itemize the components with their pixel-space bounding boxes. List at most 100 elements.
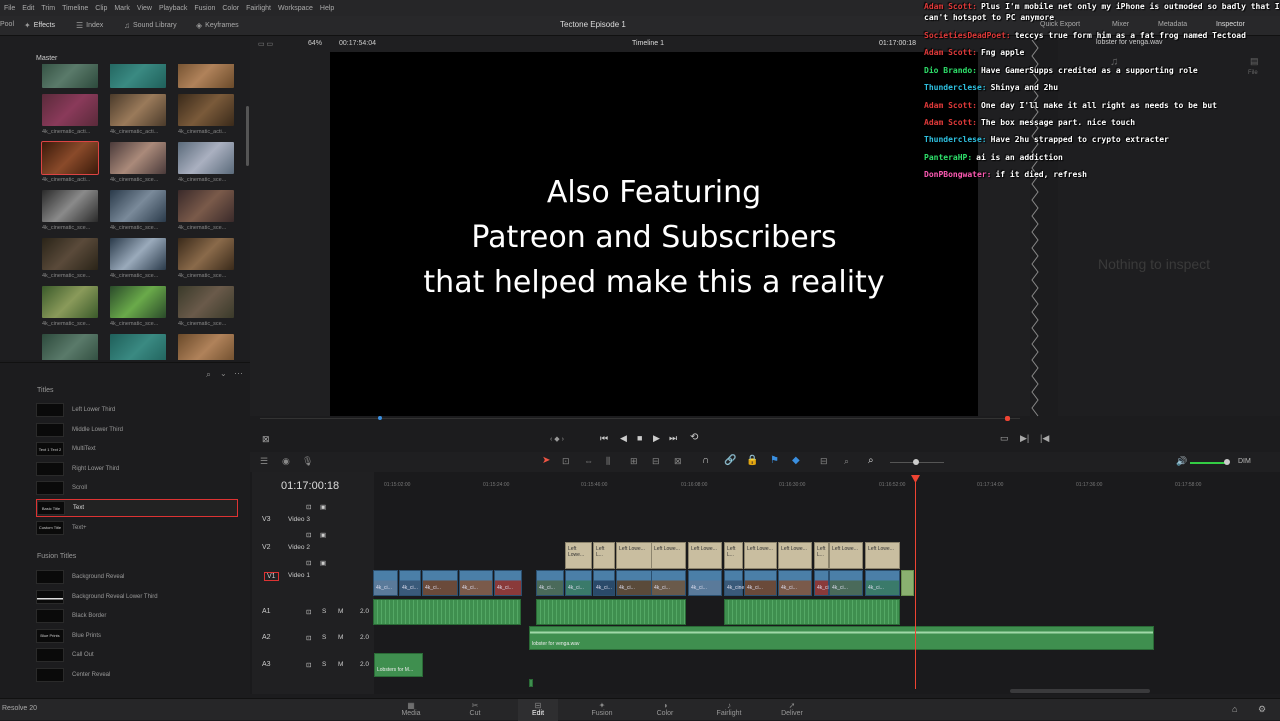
menu-view[interactable]: View — [137, 5, 152, 12]
settings-gear-icon[interactable]: ⚙ — [1258, 704, 1266, 715]
volume-icon[interactable]: 🔊 — [1176, 456, 1187, 467]
audio-clip-a3[interactable]: Lobsters for M... — [374, 653, 423, 677]
media-thumbnail[interactable] — [178, 334, 234, 360]
track-id-v3[interactable]: V3 — [262, 516, 271, 523]
menu-timeline[interactable]: Timeline — [62, 5, 88, 12]
audio-clip-small[interactable] — [529, 679, 533, 687]
solo-button[interactable]: S — [322, 608, 326, 615]
trim-tool-icon[interactable]: ⊡ — [562, 456, 570, 467]
video-clip[interactable]: 4k_ci... — [651, 570, 686, 596]
page-tab-color[interactable]: ◑ Color — [645, 701, 685, 717]
title-item[interactable]: Left Lower Third — [36, 401, 238, 419]
menu-color[interactable]: Color — [222, 5, 239, 12]
media-thumbnail[interactable] — [42, 286, 98, 318]
title-clip[interactable]: Left Lowe... — [778, 542, 812, 569]
video-clip[interactable]: 4k_ci... — [459, 570, 493, 596]
media-thumbnail[interactable] — [110, 142, 166, 174]
media-thumbnail[interactable] — [42, 238, 98, 270]
menu-workspace[interactable]: Workspace — [278, 5, 313, 12]
media-thumbnail[interactable] — [42, 190, 98, 222]
video-clip[interactable]: 4k_cinem... — [724, 570, 753, 596]
home-icon[interactable]: ⌂ — [1232, 704, 1237, 714]
title-item[interactable]: Middle Lower Third — [36, 421, 238, 439]
fusion-title-item[interactable]: Call Out — [36, 646, 238, 664]
flag-icon[interactable]: ⚑ — [770, 455, 779, 466]
audio-clip-a1[interactable] — [373, 599, 521, 625]
media-thumbnail[interactable] — [178, 238, 234, 270]
track-lock-icon[interactable]: ⊡ — [306, 559, 311, 567]
timeline-view-icon[interactable]: ☰ — [260, 456, 268, 467]
title-clip[interactable]: Left Lowe... — [744, 542, 777, 569]
timeline-name[interactable]: Timeline 1 — [632, 40, 664, 47]
video-clip[interactable]: 4k_ci... — [494, 570, 522, 596]
titles-section-header[interactable]: Titles — [37, 387, 53, 394]
fusion-title-item[interactable]: Background Reveal Lower Third — [36, 588, 238, 606]
video-clip[interactable]: 4k_ci... — [778, 570, 812, 596]
track-enable-icon[interactable]: ▣ — [320, 531, 326, 539]
track-id-v2[interactable]: V2 — [262, 544, 271, 551]
media-thumbnail[interactable] — [178, 286, 234, 318]
title-item[interactable]: Text 1 Text 2 MultiText — [36, 440, 238, 458]
page-tab-cut[interactable]: ✂ Cut — [455, 701, 495, 717]
next-frame-icon[interactable]: ▶| — [1020, 433, 1029, 444]
viewer-layout-icon[interactable]: ▭ ▭ — [258, 40, 273, 48]
video-clip[interactable]: 4k_ci... — [829, 570, 863, 596]
chevron-down-icon[interactable]: ⌄ — [220, 369, 227, 378]
page-tab-fusion[interactable]: ✦ Fusion — [582, 701, 622, 717]
video-clip[interactable]: 4k_ci... — [565, 570, 592, 596]
video-clip-end[interactable] — [901, 570, 914, 596]
play-icon[interactable]: ▶ — [653, 433, 660, 444]
audio-clip-a1[interactable] — [724, 599, 900, 625]
go-to-start-icon[interactable]: ⏮ — [600, 433, 608, 444]
media-thumbnail[interactable] — [178, 94, 234, 126]
track-id-v1[interactable]: V1 — [264, 572, 279, 581]
play-reverse-icon[interactable]: ◀ — [620, 433, 627, 444]
track-lock-icon[interactable]: ⊡ — [306, 608, 311, 616]
search-icon[interactable]: ⌕ — [206, 369, 211, 380]
title-clip[interactable]: Left Lowe... — [651, 542, 686, 569]
custom-zoom-icon[interactable]: ⌕ — [868, 455, 874, 466]
media-thumbnail[interactable] — [178, 64, 234, 88]
solo-button[interactable]: S — [322, 661, 326, 668]
media-thumbnail[interactable] — [110, 286, 166, 318]
volume-slider[interactable] — [1190, 462, 1226, 464]
voiceover-icon[interactable]: 🎙 — [302, 456, 313, 467]
page-tab-edit[interactable]: ⊟ Edit — [518, 699, 558, 721]
title-clip[interactable]: Left L... — [593, 542, 615, 569]
video-clip[interactable]: 4k_ci... — [422, 570, 458, 596]
title-clip[interactable]: Left L... — [814, 542, 829, 569]
track-enable-icon[interactable]: ▣ — [320, 559, 326, 567]
title-clip[interactable]: Left Lowe... — [865, 542, 900, 569]
page-tab-fairlight[interactable]: ♪ Fairlight — [709, 701, 749, 717]
video-clip[interactable]: 4k_ci... — [536, 570, 564, 596]
more-options-icon[interactable]: ⋯ — [234, 368, 243, 379]
loop-icon[interactable]: ⟲ — [690, 432, 698, 443]
video-clip[interactable]: 4k_ci... — [616, 570, 652, 596]
page-tab-media[interactable]: ▦ Media — [391, 701, 431, 717]
media-thumbnail[interactable] — [42, 64, 98, 88]
menu-file[interactable]: File — [4, 5, 15, 12]
media-thumbnail[interactable] — [178, 142, 234, 174]
solo-button[interactable]: S — [322, 634, 326, 641]
keyframes-button[interactable]: ◈ Keyframes — [196, 21, 239, 30]
selection-tool-icon[interactable]: ➤ — [542, 455, 550, 466]
media-thumbnail[interactable] — [178, 190, 234, 222]
fusion-titles-section-header[interactable]: Fusion Titles — [37, 553, 76, 560]
title-clip[interactable]: Left L... — [724, 542, 743, 569]
dynamic-trim-icon[interactable]: ⇔ — [584, 456, 593, 466]
mute-button[interactable]: M — [338, 634, 343, 641]
menu-edit[interactable]: Edit — [22, 5, 34, 12]
track-id-a2[interactable]: A2 — [262, 634, 271, 641]
menu-playback[interactable]: Playback — [159, 5, 187, 12]
menu-mark[interactable]: Mark — [114, 5, 130, 12]
fusion-title-item[interactable]: Blue Prints Blue Prints — [36, 627, 238, 645]
linked-selection-icon[interactable]: 🔗 — [724, 455, 736, 466]
video-clip[interactable]: 4k_ci... — [814, 570, 833, 596]
overwrite-clip-icon[interactable]: ⊟ — [652, 456, 660, 467]
volume-slider-handle[interactable] — [1224, 459, 1230, 465]
fusion-title-item[interactable]: Background Reveal — [36, 568, 238, 586]
sound-library-button[interactable]: ♫ Sound Library — [124, 21, 177, 30]
video-clip[interactable]: 4k_ci... — [593, 570, 615, 596]
go-to-end-icon[interactable]: ⏭ — [669, 433, 677, 444]
replace-clip-icon[interactable]: ⊠ — [674, 456, 682, 467]
